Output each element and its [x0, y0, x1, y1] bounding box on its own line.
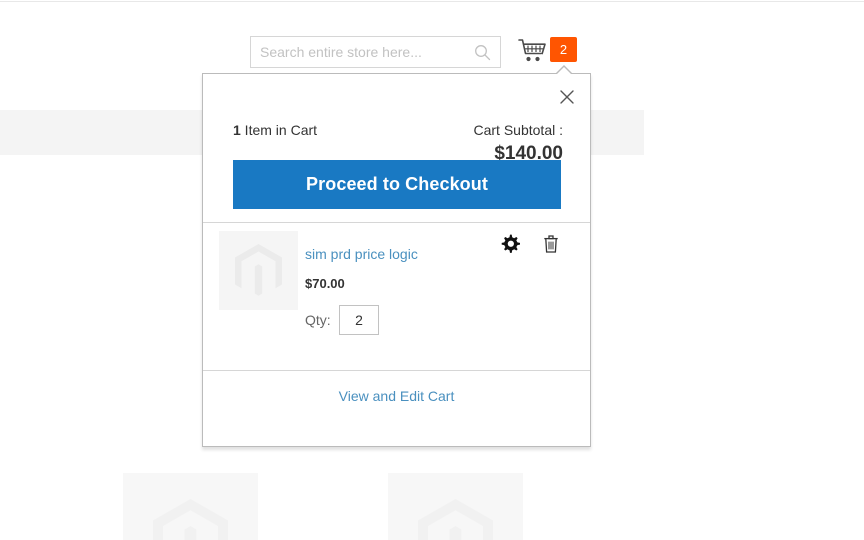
product-tile-placeholder[interactable] — [123, 473, 258, 540]
minicart-divider-bottom — [203, 370, 590, 371]
magento-placeholder-icon[interactable] — [219, 231, 298, 310]
shopping-cart-icon[interactable] — [518, 38, 548, 64]
cart-item-count-badge[interactable]: 2 — [550, 37, 577, 62]
minicart-popup: 1 Item in Cart Cart Subtotal : $140.00 P… — [202, 65, 591, 447]
search-box[interactable] — [250, 36, 501, 68]
gear-icon[interactable] — [500, 234, 520, 254]
trash-icon[interactable] — [542, 234, 560, 254]
search-input[interactable] — [251, 37, 466, 67]
page-top-divider — [0, 1, 864, 2]
item-actions — [500, 234, 570, 256]
search-icon[interactable] — [474, 44, 491, 61]
cart-subtotal-label: Cart Subtotal : — [473, 122, 564, 138]
cart-items-count-number: 1 — [233, 122, 241, 138]
quantity-label: Qty: — [305, 312, 331, 328]
product-price: $70.00 — [305, 276, 345, 291]
minicart-summary: 1 Item in Cart Cart Subtotal : $140.00 — [203, 96, 590, 164]
view-and-edit-cart-link[interactable]: View and Edit Cart — [203, 388, 590, 404]
cart-items-count: 1 Item in Cart — [233, 122, 317, 138]
proceed-to-checkout-button[interactable]: Proceed to Checkout — [233, 160, 561, 209]
quantity-input[interactable] — [339, 305, 379, 335]
minicart-arrow — [556, 67, 572, 75]
cart-items-count-label: Item in Cart — [240, 122, 318, 138]
product-tile-placeholder[interactable] — [388, 473, 523, 540]
page-root: 2 1 Item in Cart Cart Subtotal : $140.00… — [0, 0, 864, 540]
product-name-link[interactable]: sim prd price logic — [305, 246, 418, 262]
